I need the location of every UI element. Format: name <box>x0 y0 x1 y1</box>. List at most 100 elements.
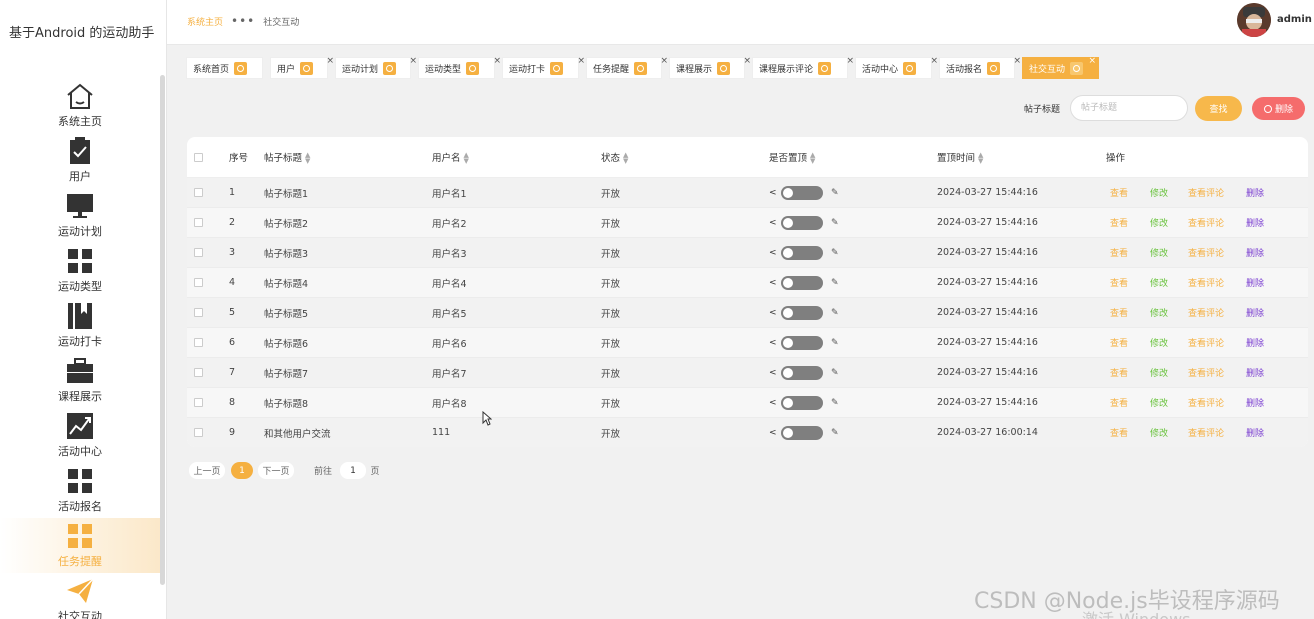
tab-close-icon[interactable]: × <box>660 56 668 66</box>
edit-pen-icon[interactable]: ✎ <box>831 338 839 348</box>
tab-close-icon[interactable]: × <box>846 56 854 66</box>
pin-toggle[interactable] <box>781 185 823 200</box>
delete-link[interactable]: 删除 <box>1246 186 1264 199</box>
tab-refresh-icon[interactable] <box>466 61 480 75</box>
search-button[interactable]: 查找 <box>1195 96 1242 121</box>
tab-9[interactable]: 活动报名 × <box>939 56 1021 79</box>
sidebar-item-5[interactable]: 课程展示 <box>0 353 160 408</box>
sort-icon[interactable]: ▲ ▼ <box>978 152 983 165</box>
tab-refresh-icon[interactable] <box>717 61 731 75</box>
view-link[interactable]: 查看 <box>1110 336 1128 349</box>
view-comments-link[interactable]: 查看评论 <box>1188 216 1224 229</box>
tab-refresh-icon[interactable] <box>383 61 397 75</box>
view-comments-link[interactable]: 查看评论 <box>1188 276 1224 289</box>
sort-icon[interactable]: ▲ ▼ <box>305 152 310 165</box>
delete-link[interactable]: 删除 <box>1246 336 1264 349</box>
sidebar-item-0[interactable]: 系统主页 <box>0 78 160 133</box>
tab-7[interactable]: 课程展示评论 × <box>752 56 854 79</box>
pin-toggle[interactable] <box>781 395 823 410</box>
delete-link[interactable]: 删除 <box>1246 276 1264 289</box>
share-icon[interactable]: < <box>769 398 777 407</box>
share-icon[interactable]: < <box>769 188 777 197</box>
edit-pen-icon[interactable]: ✎ <box>831 218 839 228</box>
prev-page-button[interactable]: 上一页 <box>189 462 225 479</box>
row-checkbox[interactable] <box>194 308 203 317</box>
pin-toggle[interactable] <box>781 305 823 320</box>
sort-icon[interactable]: ▲ ▼ <box>464 152 469 165</box>
edit-link[interactable]: 修改 <box>1150 306 1168 319</box>
sidebar-item-2[interactable]: 运动计划 <box>0 188 160 243</box>
tab-close-icon[interactable]: × <box>1013 56 1021 66</box>
search-input[interactable] <box>1070 95 1188 121</box>
view-link[interactable]: 查看 <box>1110 306 1128 319</box>
sort-icon[interactable]: ▲ ▼ <box>623 152 628 165</box>
sidebar-scrollbar[interactable] <box>160 75 165 585</box>
view-comments-link[interactable]: 查看评论 <box>1188 336 1224 349</box>
tab-refresh-icon[interactable] <box>818 61 832 75</box>
share-icon[interactable]: < <box>769 278 777 287</box>
select-all-checkbox[interactable] <box>194 152 203 162</box>
view-link[interactable]: 查看 <box>1110 186 1128 199</box>
tab-8[interactable]: 活动中心 × <box>855 56 938 79</box>
sidebar-item-7[interactable]: 活动报名 <box>0 463 160 518</box>
row-checkbox[interactable] <box>194 428 203 437</box>
col-pinned[interactable]: 是否置顶 ▲ ▼ <box>769 150 815 165</box>
view-link[interactable]: 查看 <box>1110 366 1128 379</box>
delete-link[interactable]: 删除 <box>1246 306 1264 319</box>
view-link[interactable]: 查看 <box>1110 426 1128 439</box>
row-checkbox[interactable] <box>194 278 203 287</box>
row-checkbox[interactable] <box>194 368 203 377</box>
pin-toggle[interactable] <box>781 275 823 290</box>
tab-refresh-icon[interactable] <box>987 61 1001 75</box>
sidebar-item-9[interactable]: 社交互动 <box>0 573 160 619</box>
avatar[interactable] <box>1237 3 1271 37</box>
edit-pen-icon[interactable]: ✎ <box>831 428 839 438</box>
tab-refresh-icon[interactable] <box>550 61 564 75</box>
view-comments-link[interactable]: 查看评论 <box>1188 396 1224 409</box>
view-comments-link[interactable]: 查看评论 <box>1188 366 1224 379</box>
pin-toggle[interactable] <box>781 425 823 440</box>
tab-4[interactable]: 运动打卡 × <box>502 56 585 79</box>
edit-pen-icon[interactable]: ✎ <box>831 188 839 198</box>
view-link[interactable]: 查看 <box>1110 216 1128 229</box>
sort-icon[interactable]: ▲ ▼ <box>810 152 815 165</box>
view-link[interactable]: 查看 <box>1110 396 1128 409</box>
tab-refresh-icon[interactable] <box>903 61 917 75</box>
pin-toggle[interactable] <box>781 335 823 350</box>
delete-link[interactable]: 删除 <box>1246 366 1264 379</box>
tab-10[interactable]: 社交互动 × <box>1022 56 1099 79</box>
col-time[interactable]: 置顶时间 ▲ ▼ <box>937 150 983 165</box>
edit-pen-icon[interactable]: ✎ <box>831 308 839 318</box>
col-user[interactable]: 用户名 ▲ ▼ <box>432 150 469 165</box>
delete-button[interactable]: 删除 <box>1252 97 1305 120</box>
tab-refresh-icon[interactable] <box>634 61 648 75</box>
row-checkbox[interactable] <box>194 248 203 257</box>
tab-refresh-icon[interactable] <box>1070 61 1084 75</box>
delete-link[interactable]: 删除 <box>1246 216 1264 229</box>
sidebar-item-8[interactable]: 任务提醒 <box>0 518 160 573</box>
tab-close-icon[interactable]: × <box>743 56 751 66</box>
delete-link[interactable]: 删除 <box>1246 396 1264 409</box>
tab-0[interactable]: 系统首页 <box>186 57 263 79</box>
breadcrumb-home[interactable]: 系统主页 <box>187 15 223 28</box>
share-icon[interactable]: < <box>769 218 777 227</box>
view-comments-link[interactable]: 查看评论 <box>1188 186 1224 199</box>
row-checkbox[interactable] <box>194 338 203 347</box>
tab-close-icon[interactable]: × <box>1088 56 1096 66</box>
sidebar-item-6[interactable]: 活动中心 <box>0 408 160 463</box>
row-checkbox[interactable] <box>194 398 203 407</box>
sidebar-item-1[interactable]: 用户 <box>0 133 160 188</box>
share-icon[interactable]: < <box>769 428 777 437</box>
col-title[interactable]: 帖子标题 ▲ ▼ <box>264 150 310 165</box>
delete-link[interactable]: 删除 <box>1246 426 1264 439</box>
view-link[interactable]: 查看 <box>1110 276 1128 289</box>
next-page-button[interactable]: 下一页 <box>258 462 294 479</box>
view-link[interactable]: 查看 <box>1110 246 1128 259</box>
edit-link[interactable]: 修改 <box>1150 276 1168 289</box>
tab-refresh-icon[interactable] <box>300 61 314 75</box>
edit-link[interactable]: 修改 <box>1150 336 1168 349</box>
username[interactable]: admin <box>1277 14 1312 25</box>
pin-toggle[interactable] <box>781 365 823 380</box>
view-comments-link[interactable]: 查看评论 <box>1188 306 1224 319</box>
share-icon[interactable]: < <box>769 248 777 257</box>
